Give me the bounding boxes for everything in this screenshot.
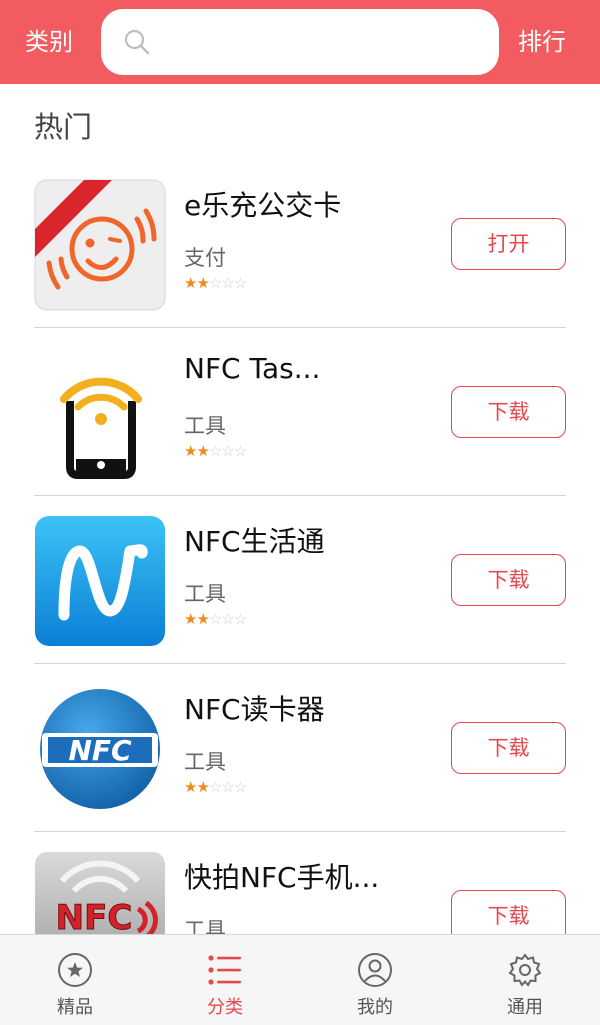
app-list-item[interactable]: NFC 快拍NFC手机... 工具 ★★☆☆☆ 下载 <box>0 832 600 935</box>
bottom-nav: 精品 分类 我的 通用 <box>0 934 600 1025</box>
nav-mine[interactable]: 我的 <box>300 935 450 1025</box>
nav-general[interactable]: 通用 <box>450 935 600 1025</box>
app-category: 工具 <box>184 414 226 438</box>
nfc-globe-icon: NFC <box>35 684 165 814</box>
star-filled-icon: ★ <box>184 610 197 628</box>
app-list: e乐充公交卡 支付 ★★☆☆☆ 打开 NFC Tas... 工具 ★★☆☆☆ 下… <box>0 160 600 935</box>
rating-stars: ★★☆☆☆ <box>184 442 247 460</box>
rating-stars: ★★☆☆☆ <box>184 274 247 292</box>
app-list-item[interactable]: NFC Tas... 工具 ★★☆☆☆ 下载 <box>0 328 600 496</box>
star-empty-icon: ☆ <box>221 778 234 796</box>
app-screen: 类别 排行 热门 e乐充公交卡 支付 ★★☆☆☆ 打开 NFC Tas... 工… <box>0 0 600 1025</box>
star-empty-icon: ☆ <box>208 274 222 292</box>
app-category: 工具 <box>184 750 226 774</box>
download-button[interactable]: 下载 <box>451 722 566 774</box>
star-filled-icon: ★ <box>184 778 197 796</box>
star-empty-icon: ☆ <box>221 610 234 628</box>
app-name: NFC生活通 <box>184 525 325 558</box>
nav-label: 分类 <box>207 997 243 1018</box>
open-button[interactable]: 打开 <box>451 218 566 270</box>
star-empty-icon: ☆ <box>221 274 234 292</box>
download-button[interactable]: 下载 <box>451 890 566 935</box>
search-icon <box>124 29 150 55</box>
nav-label: 我的 <box>357 997 393 1018</box>
search-input[interactable] <box>163 19 483 65</box>
app-name: NFC Tas... <box>184 352 321 385</box>
download-button[interactable]: 下载 <box>451 554 566 606</box>
app-category: 支付 <box>184 246 226 270</box>
search-box[interactable] <box>101 9 499 75</box>
phone-wifi-icon <box>35 348 165 479</box>
nav-label: 精品 <box>57 997 93 1018</box>
ranking-button[interactable]: 排行 <box>518 0 566 84</box>
star-empty-icon: ☆ <box>233 442 247 460</box>
star-empty-icon: ☆ <box>221 442 234 460</box>
rating-stars: ★★☆☆☆ <box>184 610 247 628</box>
app-list-item[interactable]: e乐充公交卡 支付 ★★☆☆☆ 打开 <box>0 160 600 328</box>
star-filled-icon: ★ <box>196 610 209 628</box>
star-empty-icon: ☆ <box>233 610 247 628</box>
gear-icon <box>508 953 542 987</box>
n-logo-icon <box>35 516 165 646</box>
star-filled-icon: ★ <box>184 442 197 460</box>
star-empty-icon: ☆ <box>208 610 222 628</box>
nav-category[interactable]: 分类 <box>150 935 300 1025</box>
app-name: NFC读卡器 <box>184 693 325 726</box>
star-circle-icon <box>58 953 92 987</box>
star-filled-icon: ★ <box>184 274 197 292</box>
rating-stars: ★★☆☆☆ <box>184 778 247 796</box>
nfc-red-logo-icon: NFC <box>35 852 165 935</box>
smiley-nfc-icon <box>34 179 166 311</box>
star-empty-icon: ☆ <box>233 274 247 292</box>
app-list-item[interactable]: NFC生活通 工具 ★★☆☆☆ 下载 <box>0 496 600 664</box>
download-button[interactable]: 下载 <box>451 386 566 438</box>
star-empty-icon: ☆ <box>208 778 222 796</box>
svg-text:NFC: NFC <box>68 734 132 767</box>
svg-text:NFC: NFC <box>56 898 133 935</box>
top-bar: 类别 排行 <box>0 0 600 84</box>
star-empty-icon: ☆ <box>233 778 247 796</box>
list-icon <box>208 955 241 985</box>
section-title: 热门 <box>34 110 93 144</box>
category-button[interactable]: 类别 <box>25 0 73 84</box>
star-filled-icon: ★ <box>196 442 209 460</box>
app-name: 快拍NFC手机... <box>184 861 380 894</box>
nav-featured[interactable]: 精品 <box>0 935 150 1025</box>
app-list-item[interactable]: NFC NFC读卡器 工具 ★★☆☆☆ 下载 <box>0 664 600 832</box>
app-name: e乐充公交卡 <box>184 189 342 222</box>
star-empty-icon: ☆ <box>208 442 222 460</box>
star-filled-icon: ★ <box>196 274 209 292</box>
app-category: 工具 <box>184 582 226 606</box>
app-category: 工具 <box>184 918 226 935</box>
user-circle-icon <box>358 953 392 987</box>
star-filled-icon: ★ <box>196 778 209 796</box>
nav-label: 通用 <box>507 997 543 1018</box>
